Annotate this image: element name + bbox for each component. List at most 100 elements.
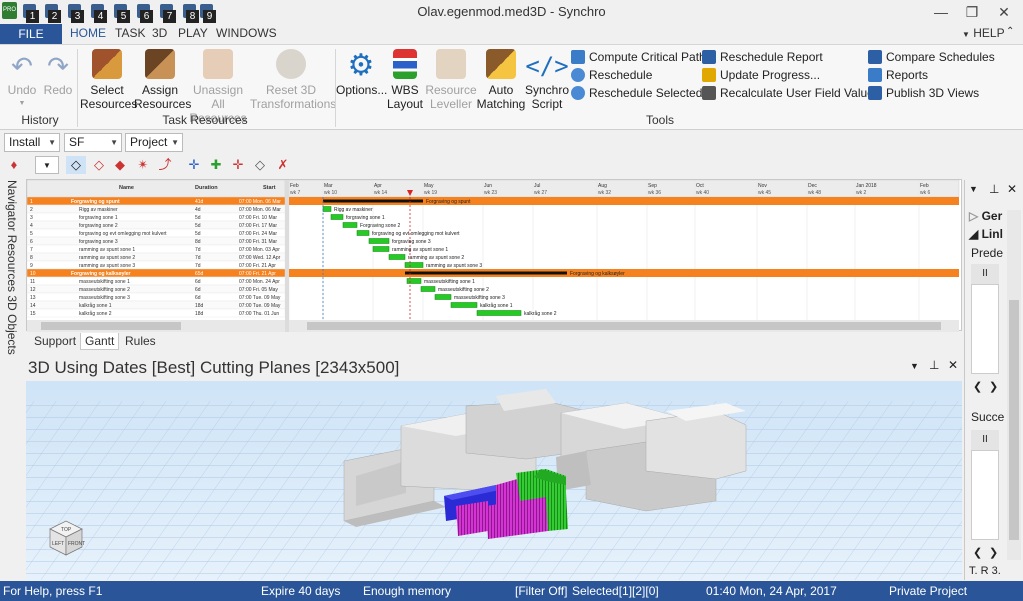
tab-windows[interactable]: WINDOWS	[216, 26, 277, 40]
diamond-red-icon[interactable]: ◇	[89, 156, 109, 174]
bar-label: Forgraving sone 2	[360, 223, 401, 229]
task-bar[interactable]	[450, 302, 478, 308]
row-name: masseutskifting sone 2	[79, 287, 130, 293]
tab-home[interactable]: HOME	[70, 26, 106, 40]
progress-icon	[702, 68, 716, 82]
reschedule-report-button[interactable]: Reschedule Report	[702, 48, 823, 66]
predecessors-column-header[interactable]: II	[971, 264, 999, 284]
filter-install-select[interactable]: Install ▼	[4, 133, 60, 152]
split-icon[interactable]: ✴	[133, 156, 153, 174]
scroll-right-icon[interactable]: ❯	[989, 380, 998, 393]
undo-button[interactable]: ↶ Undo ▼	[6, 49, 38, 111]
reschedule-button[interactable]: Reschedule	[571, 66, 652, 84]
pin-icon[interactable]: ⊥	[989, 182, 999, 196]
auto-matching-button[interactable]: Auto Matching	[475, 49, 527, 111]
toolbar-dropdown[interactable]: ▼	[35, 156, 59, 174]
task-bar[interactable]	[420, 286, 436, 292]
task-bar[interactable]	[406, 278, 422, 284]
view3d-viewport[interactable]: TOP LEFT FRONT	[26, 381, 962, 580]
add-cross-green-icon[interactable]: ✚	[206, 156, 226, 174]
side-navigator[interactable]: Navigator Resources 3D Objects	[5, 180, 23, 360]
task-bar[interactable]	[372, 246, 390, 252]
task-bar[interactable]	[356, 230, 370, 236]
add-cross-red-icon[interactable]: ✛	[228, 156, 248, 174]
task-bar[interactable]	[330, 214, 344, 220]
add-cross-blue-icon[interactable]: ✛	[184, 156, 204, 174]
chevron-down-icon[interactable]: ▼	[969, 184, 978, 194]
pane-splitter[interactable]	[285, 180, 289, 332]
restore-button[interactable]: ❐	[958, 2, 986, 22]
reset-3d-transformations-button[interactable]: Reset 3D Transformations	[250, 49, 337, 111]
column-header-start[interactable]: Start	[263, 185, 276, 191]
pin-icon[interactable]: ⤴	[155, 156, 175, 174]
successors-column-header[interactable]: II	[971, 430, 999, 450]
panel-tabs[interactable]: T. R 3.	[969, 565, 1001, 577]
tab-3d[interactable]: 3D	[152, 26, 167, 40]
scrollbar-thumb[interactable]	[1009, 300, 1019, 540]
summary-bar[interactable]	[323, 199, 423, 203]
filter-sf-select[interactable]: SF ▼	[64, 133, 122, 152]
task-bar[interactable]	[388, 254, 406, 260]
task-bar[interactable]	[342, 222, 358, 228]
tab-file[interactable]: FILE	[0, 24, 62, 44]
tab-play[interactable]: PLAY	[178, 26, 208, 40]
task-bar[interactable]	[368, 238, 390, 244]
scrollbar-thumb[interactable]	[307, 322, 941, 330]
gantt-table-header	[27, 180, 286, 198]
vertical-scrollbar[interactable]	[1007, 210, 1021, 560]
close-button[interactable]: ✕	[990, 2, 1018, 22]
remove-link-icon[interactable]: ✗	[273, 156, 293, 174]
chevron-up-icon[interactable]: ⌃	[1006, 26, 1014, 37]
status-filter[interactable]: [Filter Off]	[515, 584, 567, 598]
filter-sf-value: SF	[69, 135, 85, 149]
synchro-script-button[interactable]: </> Synchro Script	[524, 49, 570, 111]
recalculate-user-field-values-button[interactable]: Recalculate User Field Values	[702, 84, 880, 102]
redo-button[interactable]: ↷ Redo	[42, 49, 74, 97]
diamond-outline-icon[interactable]: ◇	[66, 156, 86, 174]
reschedule-selected-button[interactable]: Reschedule Selected	[571, 84, 702, 102]
diamond-filled-icon[interactable]: ◆	[110, 156, 130, 174]
reset-3d-label-2: Transformations	[250, 97, 337, 111]
summary-bar[interactable]	[405, 271, 567, 275]
task-bar[interactable]	[404, 262, 424, 268]
gantt-chart[interactable]: Name Duration Start Feb Mar Apr May Jun Jul Aug Se…	[26, 179, 963, 332]
successors-list[interactable]	[971, 450, 999, 540]
minimize-button[interactable]: —	[927, 2, 955, 22]
resource-leveller-button[interactable]: Resource Leveller	[424, 49, 478, 111]
column-header-name[interactable]: Name	[119, 185, 134, 191]
wbs-layout-button[interactable]: WBS Layout	[386, 49, 424, 111]
compute-critical-path-button[interactable]: Compute Critical Path	[571, 48, 706, 66]
filter-project-select[interactable]: Project ▼	[125, 133, 183, 152]
view3d-canvas[interactable]: TOP LEFT FRONT	[26, 381, 962, 580]
gantt-canvas[interactable]: Name Duration Start Feb Mar Apr May Jun Jul Aug Se…	[27, 180, 963, 332]
assign-resources-button[interactable]: Assign Resources	[134, 49, 191, 111]
publish-3d-views-button[interactable]: Publish 3D Views	[868, 84, 979, 102]
close-icon[interactable]: ✕	[1007, 182, 1017, 196]
select-resources-button[interactable]: Select Resources	[80, 49, 137, 111]
predecessors-list[interactable]	[971, 284, 999, 374]
column-header-duration[interactable]: Duration	[195, 185, 218, 191]
section-general[interactable]: ▷ Ger	[969, 209, 1002, 223]
chevron-down-icon[interactable]: ▼	[910, 361, 919, 371]
task-bar[interactable]	[434, 294, 452, 300]
tab-rules[interactable]: Rules	[121, 333, 160, 349]
tab-task[interactable]: TASK	[115, 26, 145, 40]
tab-gantt[interactable]: Gantt	[80, 333, 120, 350]
reports-button[interactable]: Reports	[868, 66, 928, 84]
link-icon[interactable]: ♦	[4, 156, 24, 174]
scrollbar-thumb[interactable]	[41, 322, 181, 330]
task-bar[interactable]	[476, 310, 522, 316]
section-links[interactable]: ◢ Linl	[969, 227, 1003, 241]
scroll-left-icon[interactable]: ❮	[973, 546, 982, 559]
help-menu[interactable]: ▼ HELP	[962, 26, 1005, 40]
compare-schedules-button[interactable]: Compare Schedules	[868, 48, 995, 66]
diamond-grey-icon[interactable]: ◇	[250, 156, 270, 174]
pin-icon[interactable]: ⊥	[929, 358, 939, 372]
task-bar[interactable]	[322, 206, 332, 212]
scroll-right-icon[interactable]: ❯	[989, 546, 998, 559]
scroll-left-icon[interactable]: ❮	[973, 380, 982, 393]
close-icon[interactable]: ✕	[948, 358, 958, 372]
options-button[interactable]: ⚙ Options...	[336, 49, 387, 97]
tab-support[interactable]: Support	[30, 333, 80, 349]
update-progress-button[interactable]: Update Progress...	[702, 66, 820, 84]
